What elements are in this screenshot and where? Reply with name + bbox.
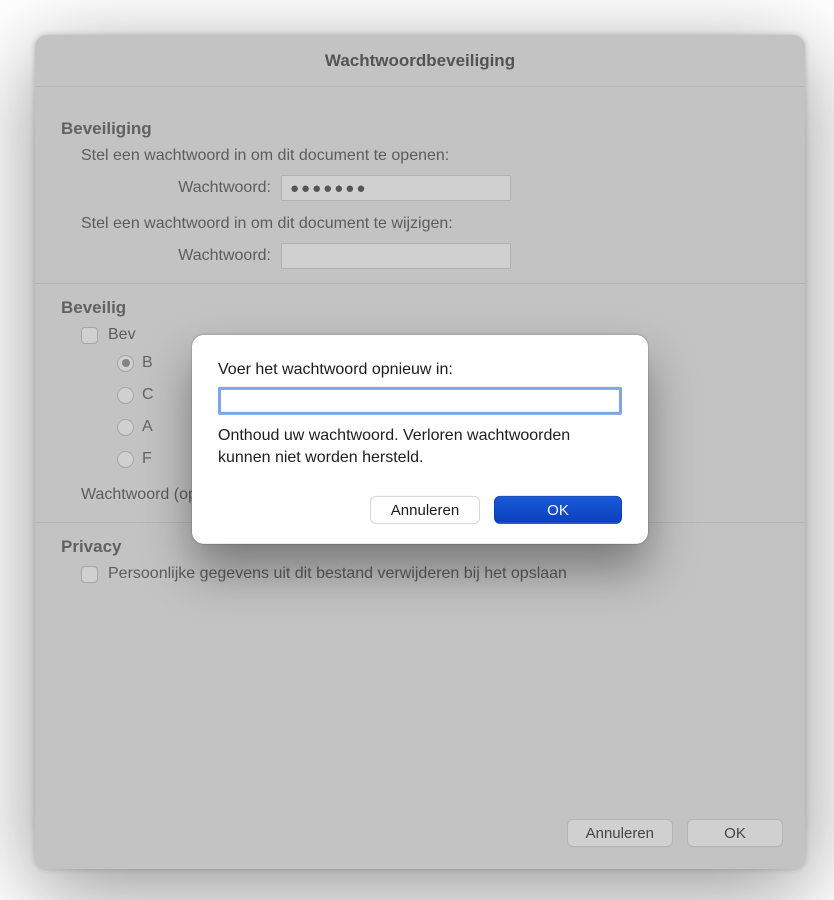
sheet-cancel-button[interactable]: Annuleren (370, 496, 480, 524)
sheet-ok-button[interactable]: OK (494, 496, 622, 524)
confirm-password-input[interactable] (218, 387, 622, 415)
confirm-password-sheet: Voer het wachtwoord opnieuw in: Onthoud … (192, 335, 648, 544)
sheet-note: Onthoud uw wachtwoord. Verloren wachtwoo… (218, 425, 622, 468)
sheet-button-row: Annuleren OK (218, 496, 622, 524)
sheet-prompt: Voer het wachtwoord opnieuw in: (218, 361, 622, 379)
password-security-window: Wachtwoordbeveiliging Beveiliging Stel e… (35, 35, 805, 869)
